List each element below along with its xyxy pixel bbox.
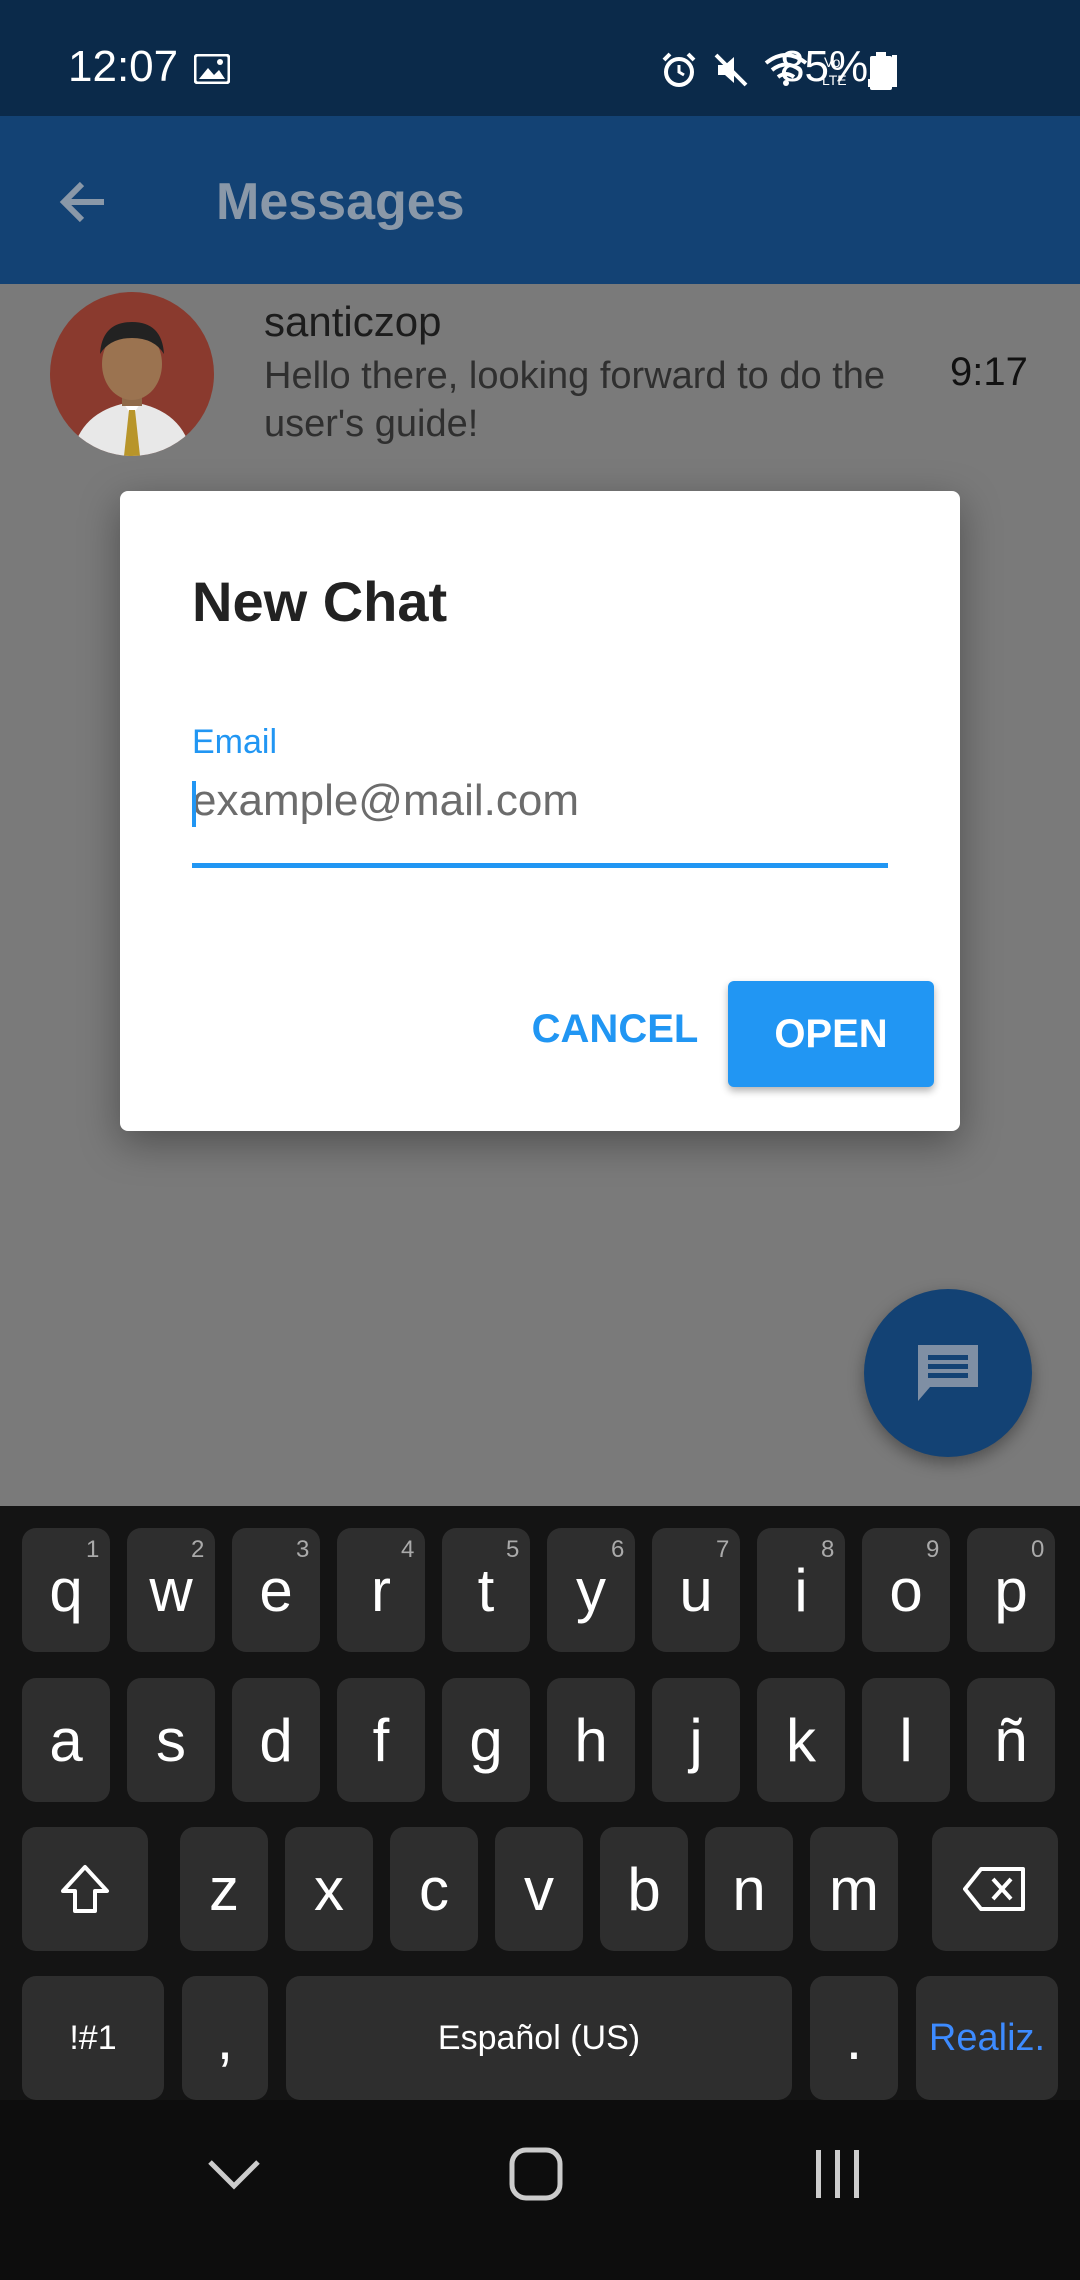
mute-icon <box>714 53 748 87</box>
status-time: 12:07 <box>68 42 179 91</box>
new-chat-dialog: New Chat Email CANCEL OPEN <box>120 491 960 1131</box>
message-icon <box>918 1345 978 1401</box>
space-key[interactable]: Español (US) <box>286 1976 792 2100</box>
cancel-button[interactable]: CANCEL <box>510 981 720 1077</box>
home-icon <box>509 2147 563 2201</box>
keyboard: q1w2e3r4t5y6u7i8o9p0 asdfghjklñ zxcvbnm … <box>0 1506 1080 2100</box>
key-j[interactable]: j <box>652 1678 740 1802</box>
battery-icon <box>870 52 892 90</box>
backspace-key[interactable] <box>932 1827 1058 1951</box>
backspace-icon <box>963 1867 1025 1911</box>
key-l[interactable]: l <box>862 1678 950 1802</box>
avatar <box>50 292 214 456</box>
chat-preview: Hello there, looking forward to do the u… <box>264 355 886 445</box>
period-key[interactable]: . <box>810 1976 898 2100</box>
alarm-icon <box>662 52 696 87</box>
key-c[interactable]: c <box>390 1827 478 1951</box>
key-g[interactable]: g <box>442 1678 530 1802</box>
page-title: Messages <box>216 173 465 231</box>
chat-time: 9:17 <box>950 350 1028 394</box>
key-h[interactable]: h <box>547 1678 635 1802</box>
symbols-key[interactable]: !#1 <box>22 1976 164 2100</box>
key-x[interactable]: x <box>285 1827 373 1951</box>
key-k[interactable]: k <box>757 1678 845 1802</box>
shift-key[interactable] <box>22 1827 148 1951</box>
key-s[interactable]: s <box>127 1678 215 1802</box>
key-v[interactable]: v <box>495 1827 583 1951</box>
email-field[interactable] <box>192 769 888 833</box>
nav-home-button[interactable] <box>476 2114 596 2234</box>
navigation-bar <box>0 2100 1080 2280</box>
recents-icon <box>816 2150 859 2198</box>
open-button[interactable]: OPEN <box>728 981 934 1087</box>
new-chat-fab[interactable] <box>864 1289 1032 1457</box>
nav-recents-button[interactable] <box>778 2114 898 2234</box>
app-bar <box>0 116 1080 284</box>
email-field-label: Email <box>192 723 278 761</box>
nav-hide-keyboard-button[interactable] <box>174 2114 294 2234</box>
key-f[interactable]: f <box>337 1678 425 1802</box>
key-n[interactable]: n <box>705 1827 793 1951</box>
key-a[interactable]: a <box>22 1678 110 1802</box>
key-z[interactable]: z <box>180 1827 268 1951</box>
key-b[interactable]: b <box>600 1827 688 1951</box>
shift-icon <box>61 1865 109 1913</box>
image-icon <box>194 54 230 84</box>
email-field-underline <box>192 863 888 868</box>
key-ñ[interactable]: ñ <box>967 1678 1055 1802</box>
battery-percent: 85% <box>780 42 869 91</box>
done-key[interactable]: Realiz. <box>916 1976 1058 2100</box>
key-number-hint: 0 <box>1031 1536 1045 1563</box>
status-bar: 12:07 Vo LTE 85% <box>0 0 1080 116</box>
chat-name: santiczop <box>264 298 442 345</box>
dialog-title: New Chat <box>192 570 448 633</box>
text-caret <box>192 781 196 827</box>
key-d[interactable]: d <box>232 1678 320 1802</box>
arrow-back-icon[interactable] <box>52 170 116 234</box>
comma-key[interactable]: , <box>182 1976 268 2100</box>
chevron-down-icon <box>208 2160 260 2190</box>
key-m[interactable]: m <box>810 1827 898 1951</box>
